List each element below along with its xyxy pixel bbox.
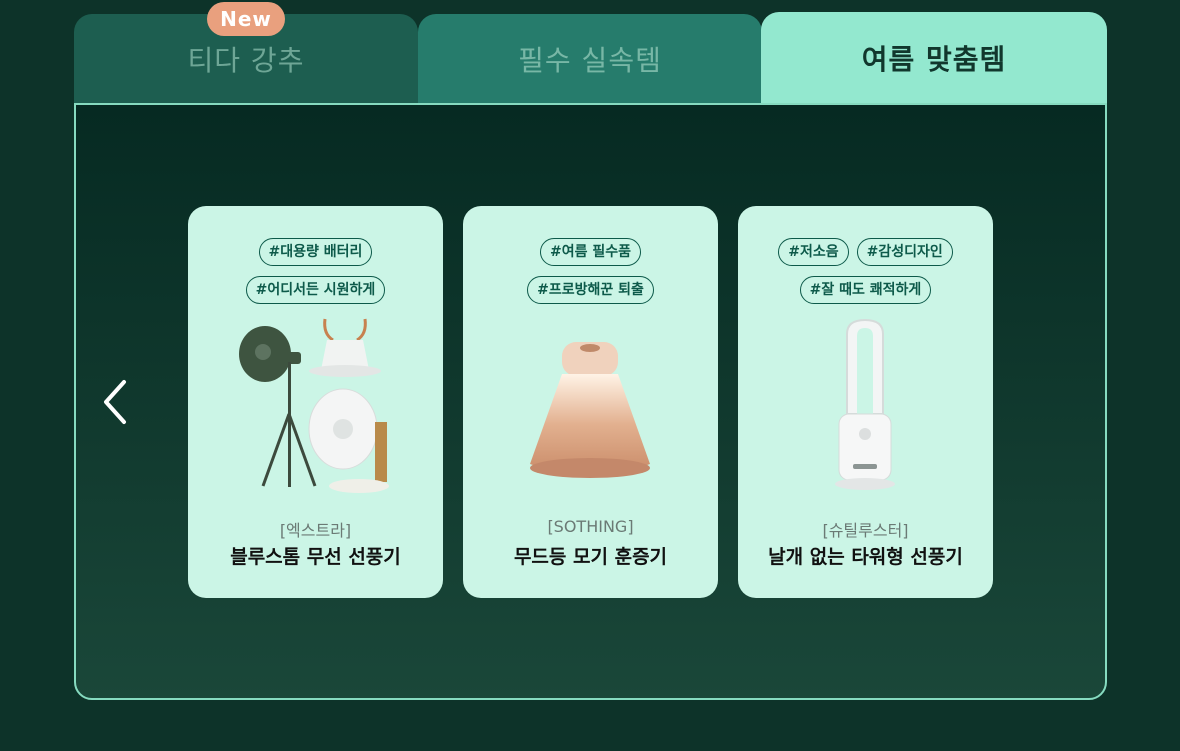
hashtag[interactable]: #저소음 bbox=[778, 238, 849, 266]
hashtag[interactable]: #감성디자인 bbox=[856, 238, 953, 266]
hashtag[interactable]: #프로방해꾼 퇴출 bbox=[527, 276, 654, 304]
tab-summer-items[interactable]: 여름 맞춤템 bbox=[761, 12, 1107, 104]
fan-product-image bbox=[239, 318, 389, 493]
tag-row: #잘 때도 쾌적하게 bbox=[738, 276, 993, 304]
tab-essential-items[interactable]: 필수 실속템 bbox=[418, 14, 762, 104]
hashtag[interactable]: #대용량 배터리 bbox=[258, 238, 373, 266]
product-card[interactable]: #대용량 배터리 #어디서든 시원하게 [엑스트라] 블루스톰 무선 선풍기 bbox=[188, 206, 443, 598]
product-brand: [엑스트라] bbox=[279, 521, 352, 540]
product-card[interactable]: #여름 필수품 #프로방해꾼 퇴출 [SOTHING] 무드등 모기 훈증기 bbox=[463, 206, 718, 598]
hashtag[interactable]: #잘 때도 쾌적하게 bbox=[799, 276, 932, 304]
category-tabs: 티다 강추 New 필수 실속템 여름 맞춤템 bbox=[74, 2, 1107, 104]
hashtag[interactable]: #여름 필수품 bbox=[539, 238, 641, 266]
product-name: 날개 없는 타워형 선풍기 bbox=[768, 546, 963, 568]
mosquito-lamp-product-image bbox=[530, 342, 650, 478]
product-name: 무드등 모기 훈증기 bbox=[513, 546, 668, 568]
tab-label: 티다 강추 bbox=[187, 44, 305, 77]
product-name: 블루스톰 무선 선풍기 bbox=[230, 546, 401, 568]
product-brand: [슈틸루스터] bbox=[822, 521, 909, 540]
new-badge: New bbox=[207, 2, 285, 36]
chevron-left-icon[interactable] bbox=[100, 378, 134, 426]
tab-label: 필수 실속템 bbox=[518, 44, 662, 77]
tab-label: 여름 맞춤템 bbox=[861, 43, 1007, 76]
product-brand: [SOTHING] bbox=[547, 517, 634, 536]
tag-row: #저소음 #감성디자인 bbox=[738, 238, 993, 266]
tag-row: #여름 필수품 bbox=[463, 238, 718, 266]
hashtag[interactable]: #어디서든 시원하게 bbox=[245, 276, 386, 304]
tower-fan-product-image bbox=[835, 318, 895, 490]
tag-row: #어디서든 시원하게 bbox=[188, 276, 443, 304]
tab-tida-recommend[interactable]: 티다 강추 New bbox=[74, 2, 418, 104]
tag-row: #프로방해꾼 퇴출 bbox=[463, 276, 718, 304]
tag-row: #대용량 배터리 bbox=[188, 238, 443, 266]
product-card[interactable]: #저소음 #감성디자인 #잘 때도 쾌적하게 [슈틸루스터] 날개 없는 타워형… bbox=[738, 206, 993, 598]
